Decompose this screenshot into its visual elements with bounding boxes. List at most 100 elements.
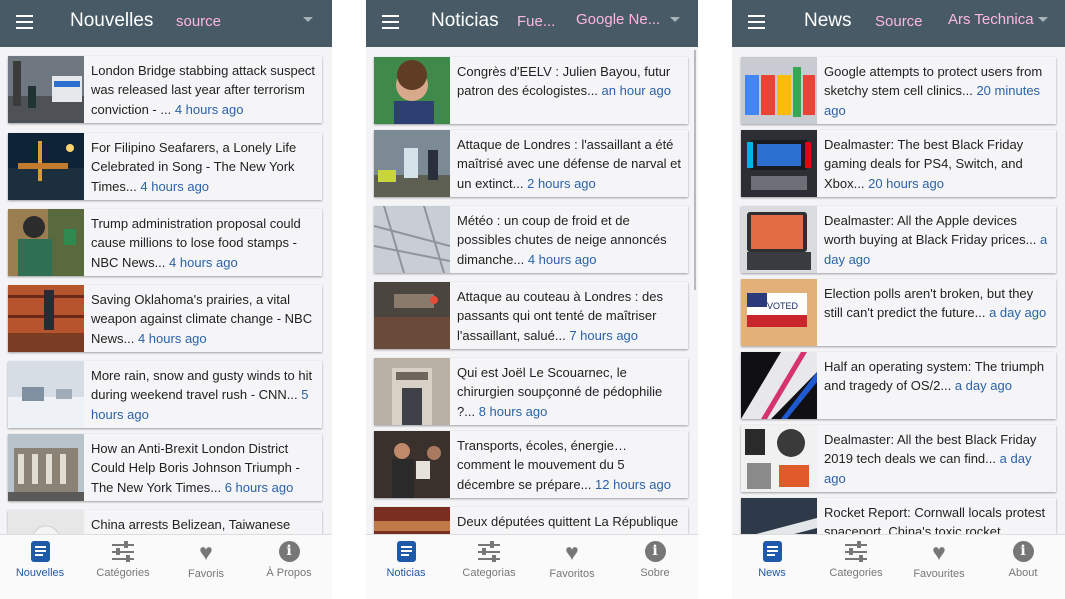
scrollbar[interactable]: [694, 50, 696, 290]
article-card[interactable]: Congrès d'EELV : Julien Bayou, futur pat…: [374, 57, 688, 124]
article-list[interactable]: Congrès d'EELV : Julien Bayou, futur pat…: [366, 47, 698, 535]
article-thumbnail: [8, 133, 84, 200]
nav-label: Nouvelles: [15, 567, 65, 579]
article-card[interactable]: For Filipino Seafarers, a Lonely Life Ce…: [8, 133, 322, 200]
article-card[interactable]: Deux députées quittent La République: [374, 507, 688, 535]
article-card[interactable]: London Bridge stabbing attack suspect wa…: [8, 56, 322, 123]
nav-about[interactable]: i Sobre: [615, 541, 695, 579]
article-card[interactable]: Météo : un coup de froid et de possibles…: [374, 206, 688, 273]
article-card[interactable]: More rain, snow and gusty winds to hit d…: [8, 361, 322, 428]
app-title: Noticias: [431, 10, 499, 31]
article-thumbnail: [741, 498, 817, 535]
heart-icon: ♥: [932, 539, 946, 565]
nav-label: Categories: [829, 567, 883, 579]
heart-icon: ♥: [199, 539, 213, 565]
article-text: Attaque au couteau à Londres : des passa…: [457, 287, 682, 345]
article-text: More rain, snow and gusty winds to hit d…: [91, 366, 316, 424]
article-card[interactable]: Attaque au couteau à Londres : des passa…: [374, 282, 688, 349]
nav-label: Categorias: [462, 567, 516, 579]
article-list[interactable]: London Bridge stabbing attack suspect wa…: [0, 47, 332, 535]
source-selector[interactable]: source: [176, 13, 221, 30]
article-list[interactable]: Google attempts to protect users from sk…: [732, 47, 1065, 535]
article-text: London Bridge stabbing attack suspect wa…: [91, 61, 316, 119]
article-card[interactable]: Trump administration proposal could caus…: [8, 209, 322, 276]
article-card[interactable]: Transports, écoles, énergie… comment le …: [374, 431, 688, 498]
article-card[interactable]: Saving Oklahoma's prairies, a vital weap…: [8, 285, 322, 352]
bottom-navigation: Nouvelles Catégories ♥ Favoris i À Propo…: [0, 534, 332, 599]
nav-news[interactable]: News: [732, 541, 812, 579]
info-icon: i: [278, 541, 300, 562]
article-headline: Rocket Report: Cornwall locals protest s…: [824, 505, 1046, 535]
source-selector[interactable]: Ars Technica: [948, 11, 1034, 28]
nav-favorites[interactable]: ♥ Favoris: [166, 539, 246, 581]
article-card[interactable]: China arrests Belizean, Taiwanese: [8, 510, 322, 535]
nav-label: Noticias: [386, 567, 426, 579]
bottom-navigation: Noticias Categorias ♥ Favoritos i Sobre: [366, 534, 698, 599]
article-thumbnail: [374, 358, 450, 425]
article-time: a day ago: [989, 305, 1047, 321]
article-text: Election polls aren't broken, but they s…: [824, 284, 1050, 323]
nav-categories[interactable]: Categorias: [449, 541, 529, 579]
source-selector[interactable]: Google Ne...: [576, 11, 660, 28]
nav-label: Sobre: [640, 567, 670, 579]
article-thumbnail: [8, 361, 84, 428]
article-text: Attaque de Londres : l'assaillant a été …: [457, 135, 682, 193]
nav-label: À Propos: [266, 567, 312, 579]
nav-favorites[interactable]: ♥ Favourites: [899, 539, 979, 581]
nav-news[interactable]: Nouvelles: [0, 541, 80, 579]
sliders-icon: [845, 541, 867, 562]
bottom-navigation: News Categories ♥ Favourites i About: [732, 534, 1065, 599]
nav-news[interactable]: Noticias: [366, 541, 446, 579]
app-panel-es: Noticias Fue... Google Ne... Congrès d'E…: [366, 0, 698, 599]
article-headline: Deux députées quittent La République: [457, 514, 679, 529]
article-thumbnail: [741, 130, 817, 197]
chevron-down-icon[interactable]: [670, 17, 680, 22]
nav-about[interactable]: i À Propos: [249, 541, 329, 579]
chevron-down-icon[interactable]: [303, 17, 313, 22]
article-text: Dealmaster: All the best Black Friday 20…: [824, 430, 1050, 488]
article-card[interactable]: VOTED Election polls aren't broken, but …: [741, 279, 1056, 346]
info-icon: i: [644, 541, 666, 562]
article-card[interactable]: Google attempts to protect users from sk…: [741, 57, 1056, 124]
nav-categories[interactable]: Categories: [816, 541, 896, 579]
article-card[interactable]: How an Anti-Brexit London District Could…: [8, 434, 322, 501]
info-icon: i: [1012, 541, 1034, 562]
article-card[interactable]: Dealmaster: All the Apple devices worth …: [741, 206, 1056, 273]
article-card[interactable]: Rocket Report: Cornwall locals protest s…: [741, 498, 1056, 535]
hamburger-menu-icon[interactable]: [16, 15, 33, 29]
app-bar: Noticias Fue... Google Ne...: [366, 0, 698, 47]
article-headline: China arrests Belizean, Taiwanese: [91, 517, 291, 532]
article-headline: More rain, snow and gusty winds to hit d…: [91, 368, 313, 403]
article-card[interactable]: Qui est Joël Le Scouarnec, le chirurgien…: [374, 358, 688, 425]
article-card[interactable]: Dealmaster: All the best Black Friday 20…: [741, 425, 1056, 492]
article-text: Google attempts to protect users from sk…: [824, 62, 1050, 120]
article-thumbnail: [374, 507, 450, 535]
nav-favorites[interactable]: ♥ Favoritos: [532, 541, 612, 581]
article-thumbnail: [374, 130, 450, 197]
article-text: Dealmaster: The best Black Friday gaming…: [824, 135, 1050, 193]
article-time: 4 hours ago: [140, 178, 210, 194]
chevron-down-icon[interactable]: [1038, 17, 1048, 22]
article-card[interactable]: Dealmaster: The best Black Friday gaming…: [741, 130, 1056, 197]
nav-about[interactable]: i About: [983, 541, 1063, 579]
article-time: 4 hours ago: [174, 101, 244, 117]
article-text: Rocket Report: Cornwall locals protest s…: [824, 503, 1050, 535]
article-card[interactable]: Attaque de Londres : l'assaillant a été …: [374, 130, 688, 197]
article-thumbnail: [8, 56, 84, 123]
article-time: 2 hours ago: [527, 175, 596, 191]
article-time: 4 hours ago: [169, 254, 238, 270]
article-text: Deux députées quittent La République: [457, 512, 682, 531]
article-text: For Filipino Seafarers, a Lonely Life Ce…: [91, 138, 316, 196]
hamburger-menu-icon[interactable]: [748, 15, 765, 29]
article-text: Météo : un coup de froid et de possibles…: [457, 211, 682, 269]
nav-categories[interactable]: Catégories: [83, 541, 163, 579]
article-text: Transports, écoles, énergie… comment le …: [457, 436, 682, 494]
article-text: Dealmaster: All the Apple devices worth …: [824, 211, 1050, 269]
news-icon: [762, 541, 782, 562]
article-thumbnail: [741, 206, 817, 273]
svg-text:VOTED: VOTED: [767, 301, 799, 311]
hamburger-menu-icon[interactable]: [382, 15, 399, 29]
article-card[interactable]: Half an operating system: The triumph an…: [741, 352, 1056, 419]
nav-label: Favoris: [187, 568, 225, 580]
article-text: How an Anti-Brexit London District Could…: [91, 439, 316, 497]
